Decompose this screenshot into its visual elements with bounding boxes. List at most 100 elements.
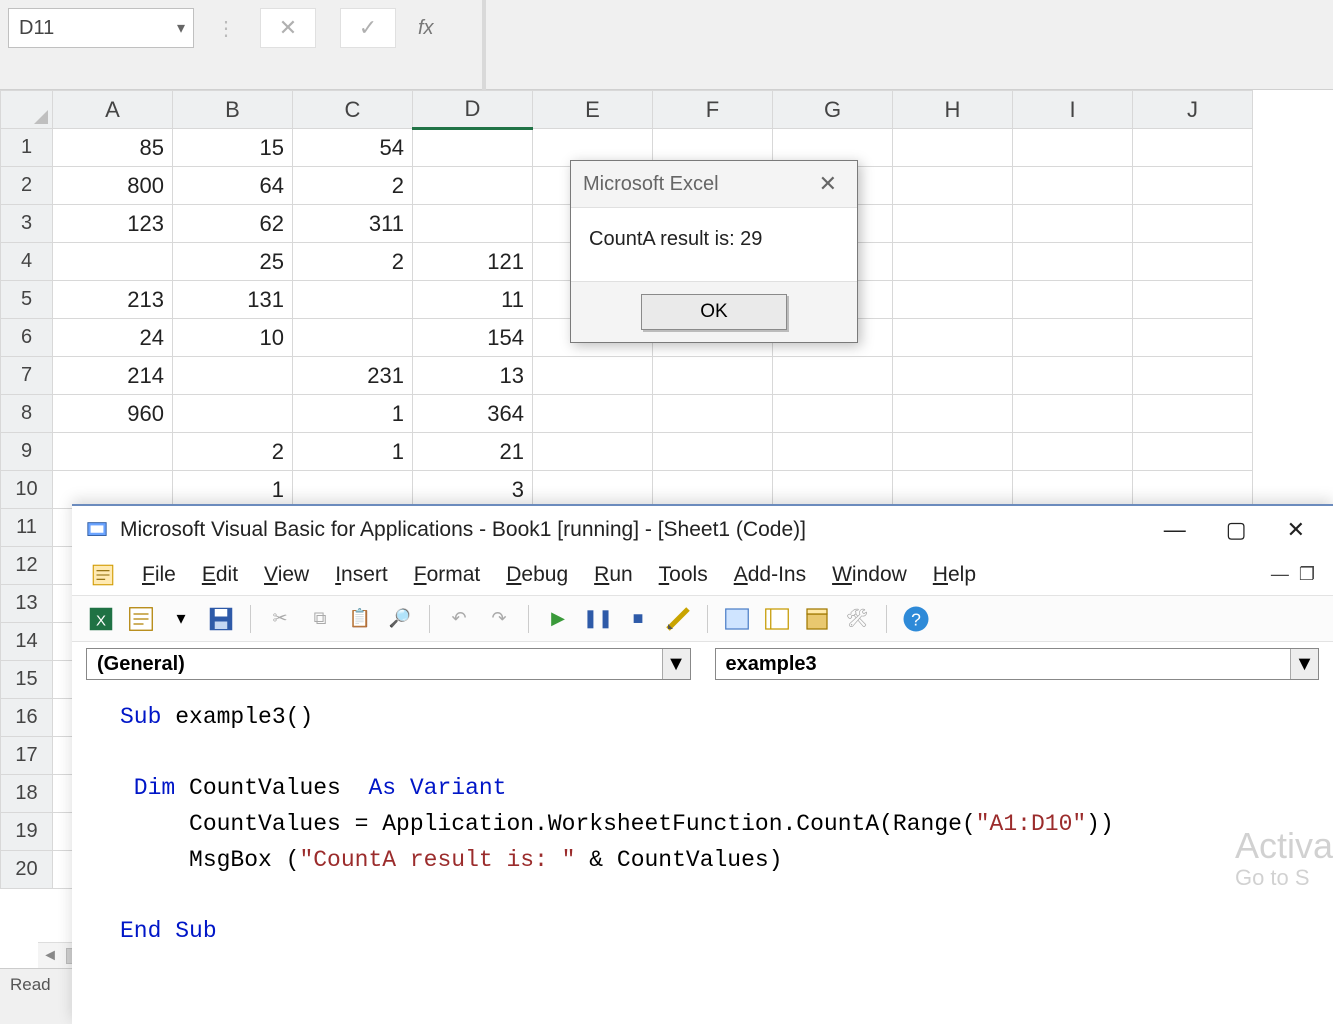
row-header[interactable]: 13 <box>1 585 53 623</box>
menu-run[interactable]: Run <box>594 563 633 587</box>
row-header[interactable]: 16 <box>1 699 53 737</box>
row-header[interactable]: 3 <box>1 205 53 243</box>
row-header[interactable]: 10 <box>1 471 53 509</box>
cell[interactable]: 64 <box>173 167 293 205</box>
cell[interactable] <box>1133 243 1253 281</box>
cell[interactable] <box>533 433 653 471</box>
properties-icon[interactable] <box>762 604 792 634</box>
row-header[interactable]: 11 <box>1 509 53 547</box>
cell[interactable] <box>893 167 1013 205</box>
cell[interactable]: 85 <box>53 129 173 167</box>
cell[interactable] <box>1013 243 1133 281</box>
mdi-restore-icon[interactable]: ❐ <box>1299 564 1315 585</box>
cell[interactable] <box>893 395 1013 433</box>
column-header[interactable]: I <box>1013 91 1133 129</box>
cell[interactable] <box>1013 281 1133 319</box>
cell[interactable]: 1 <box>173 471 293 509</box>
cell[interactable]: 2 <box>293 167 413 205</box>
pane-splitter[interactable] <box>482 0 486 90</box>
cell[interactable] <box>1013 319 1133 357</box>
menu-view[interactable]: View <box>264 563 309 587</box>
cell[interactable] <box>53 433 173 471</box>
cell[interactable] <box>1133 357 1253 395</box>
cell[interactable] <box>1013 395 1133 433</box>
cell[interactable]: 154 <box>413 319 533 357</box>
cell[interactable]: 13 <box>413 357 533 395</box>
dropdown-icon[interactable]: ▾ <box>166 604 196 634</box>
cell[interactable]: 121 <box>413 243 533 281</box>
cell[interactable]: 21 <box>413 433 533 471</box>
cell[interactable] <box>773 357 893 395</box>
menu-edit[interactable]: Edit <box>202 563 238 587</box>
code-pane[interactable]: Sub example3() Dim CountValues As Varian… <box>72 686 1333 949</box>
message-box-titlebar[interactable]: Microsoft Excel ✕ <box>571 161 857 207</box>
name-box[interactable]: D11 ▾ <box>8 8 194 48</box>
cell[interactable] <box>1133 281 1253 319</box>
row-header[interactable]: 4 <box>1 243 53 281</box>
column-header[interactable]: G <box>773 91 893 129</box>
cell[interactable]: 800 <box>53 167 173 205</box>
name-box-dropdown-icon[interactable]: ▾ <box>169 9 193 47</box>
vbe-titlebar[interactable]: Microsoft Visual Basic for Applications … <box>72 506 1333 554</box>
undo-icon[interactable]: ↶ <box>444 604 474 634</box>
menu-debug[interactable]: Debug <box>506 563 568 587</box>
redo-icon[interactable]: ↷ <box>484 604 514 634</box>
cell[interactable]: 231 <box>293 357 413 395</box>
cell[interactable]: 214 <box>53 357 173 395</box>
cell[interactable] <box>1133 319 1253 357</box>
cell[interactable]: 3 <box>413 471 533 509</box>
menu-file[interactable]: File <box>142 563 176 587</box>
cell[interactable]: 364 <box>413 395 533 433</box>
row-header[interactable]: 9 <box>1 433 53 471</box>
procedure-dropdown[interactable]: example3 ▼ <box>715 648 1320 680</box>
column-header[interactable]: H <box>893 91 1013 129</box>
menu-help[interactable]: Help <box>933 563 976 587</box>
cell[interactable]: 2 <box>173 433 293 471</box>
row-header[interactable]: 20 <box>1 851 53 889</box>
cell[interactable]: 2 <box>293 243 413 281</box>
help-icon[interactable]: ? <box>901 604 931 634</box>
find-icon[interactable]: 🔎 <box>385 604 415 634</box>
cell[interactable] <box>53 471 173 509</box>
cell[interactable] <box>413 205 533 243</box>
cell[interactable] <box>1013 357 1133 395</box>
cell[interactable] <box>173 357 293 395</box>
cell[interactable] <box>773 395 893 433</box>
cell[interactable] <box>413 129 533 167</box>
column-header[interactable]: J <box>1133 91 1253 129</box>
break-icon[interactable]: ❚❚ <box>583 604 613 634</box>
save-icon[interactable] <box>206 604 236 634</box>
cell[interactable] <box>653 433 773 471</box>
cell[interactable] <box>653 395 773 433</box>
cell[interactable] <box>1133 167 1253 205</box>
menu-window[interactable]: Window <box>832 563 907 587</box>
cell[interactable] <box>1013 167 1133 205</box>
reset-icon[interactable]: ■ <box>623 604 653 634</box>
cell[interactable] <box>293 471 413 509</box>
fx-label[interactable]: fx <box>418 8 434 48</box>
cell[interactable]: 311 <box>293 205 413 243</box>
chevron-down-icon[interactable]: ▼ <box>662 649 690 679</box>
cell[interactable] <box>1133 395 1253 433</box>
column-header[interactable]: C <box>293 91 413 129</box>
cell[interactable] <box>1013 129 1133 167</box>
row-header[interactable]: 14 <box>1 623 53 661</box>
cell[interactable] <box>1013 471 1133 509</box>
project-explorer-icon[interactable] <box>722 604 752 634</box>
object-browser-icon[interactable] <box>802 604 832 634</box>
column-header[interactable]: D <box>413 91 533 129</box>
mdi-minimize-icon[interactable]: — <box>1271 564 1289 585</box>
cell[interactable] <box>533 471 653 509</box>
toolbox-icon[interactable]: 🛠 <box>842 604 872 634</box>
cell[interactable]: 960 <box>53 395 173 433</box>
menu-insert[interactable]: Insert <box>335 563 388 587</box>
cut-icon[interactable]: ✂ <box>265 604 295 634</box>
cell[interactable] <box>1133 129 1253 167</box>
cell[interactable] <box>893 129 1013 167</box>
row-header[interactable]: 17 <box>1 737 53 775</box>
cell[interactable] <box>893 205 1013 243</box>
run-icon[interactable]: ▶ <box>543 604 573 634</box>
cell[interactable] <box>173 395 293 433</box>
cell[interactable] <box>653 471 773 509</box>
cell[interactable] <box>293 319 413 357</box>
